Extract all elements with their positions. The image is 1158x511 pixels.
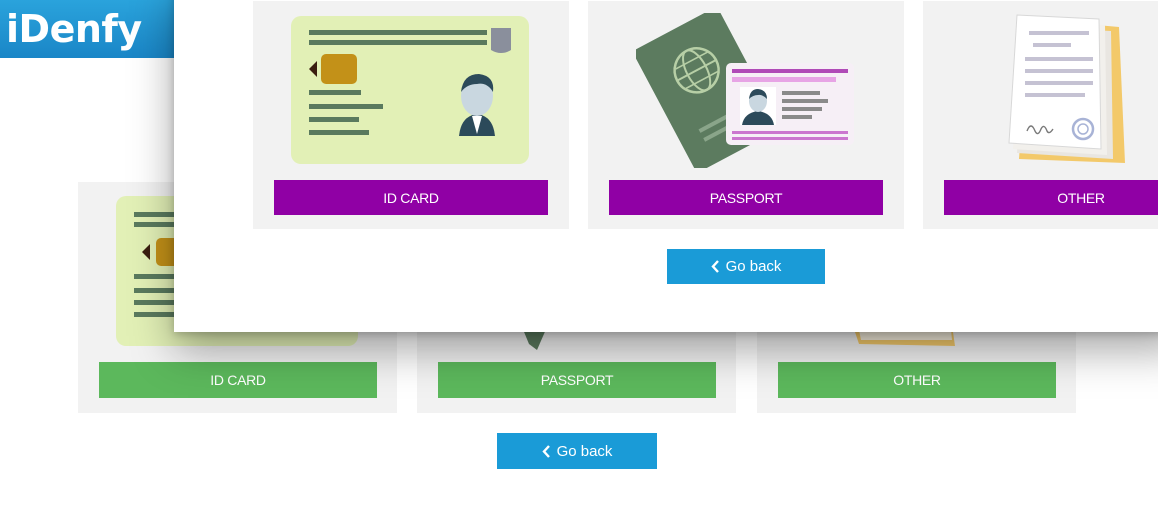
rear-go-back-button[interactable]: Go back — [497, 433, 657, 469]
go-back-button[interactable]: Go back — [667, 249, 825, 284]
screen: iDenfy ID CARD PASSPORT OTHER Go back ID… — [0, 0, 1158, 511]
logo-text: iDenfy — [6, 7, 142, 51]
go-back-label: Go back — [725, 258, 782, 275]
passport-illustration — [636, 13, 854, 168]
idenfy-logo: iDenfy — [0, 0, 174, 58]
rear-id-card-button[interactable]: ID CARD — [99, 362, 377, 398]
document-type-modal: ID CARD PASSPORT OTHER Go back — [174, 0, 1158, 332]
id-card-illustration — [291, 16, 529, 164]
rear-other-button[interactable]: OTHER — [778, 362, 1056, 398]
rear-passport-button[interactable]: PASSPORT — [438, 362, 716, 398]
other-document-button[interactable]: OTHER — [944, 180, 1158, 215]
passport-button[interactable]: PASSPORT — [609, 180, 883, 215]
id-card-option[interactable]: ID CARD — [253, 1, 569, 229]
chevron-left-icon — [710, 260, 720, 273]
chevron-left-icon — [541, 444, 551, 458]
id-card-button[interactable]: ID CARD — [274, 180, 548, 215]
other-document-option[interactable]: OTHER — [923, 1, 1158, 229]
passport-option[interactable]: PASSPORT — [588, 1, 904, 229]
document-illustration — [1008, 14, 1125, 163]
rear-go-back-label: Go back — [556, 442, 613, 460]
